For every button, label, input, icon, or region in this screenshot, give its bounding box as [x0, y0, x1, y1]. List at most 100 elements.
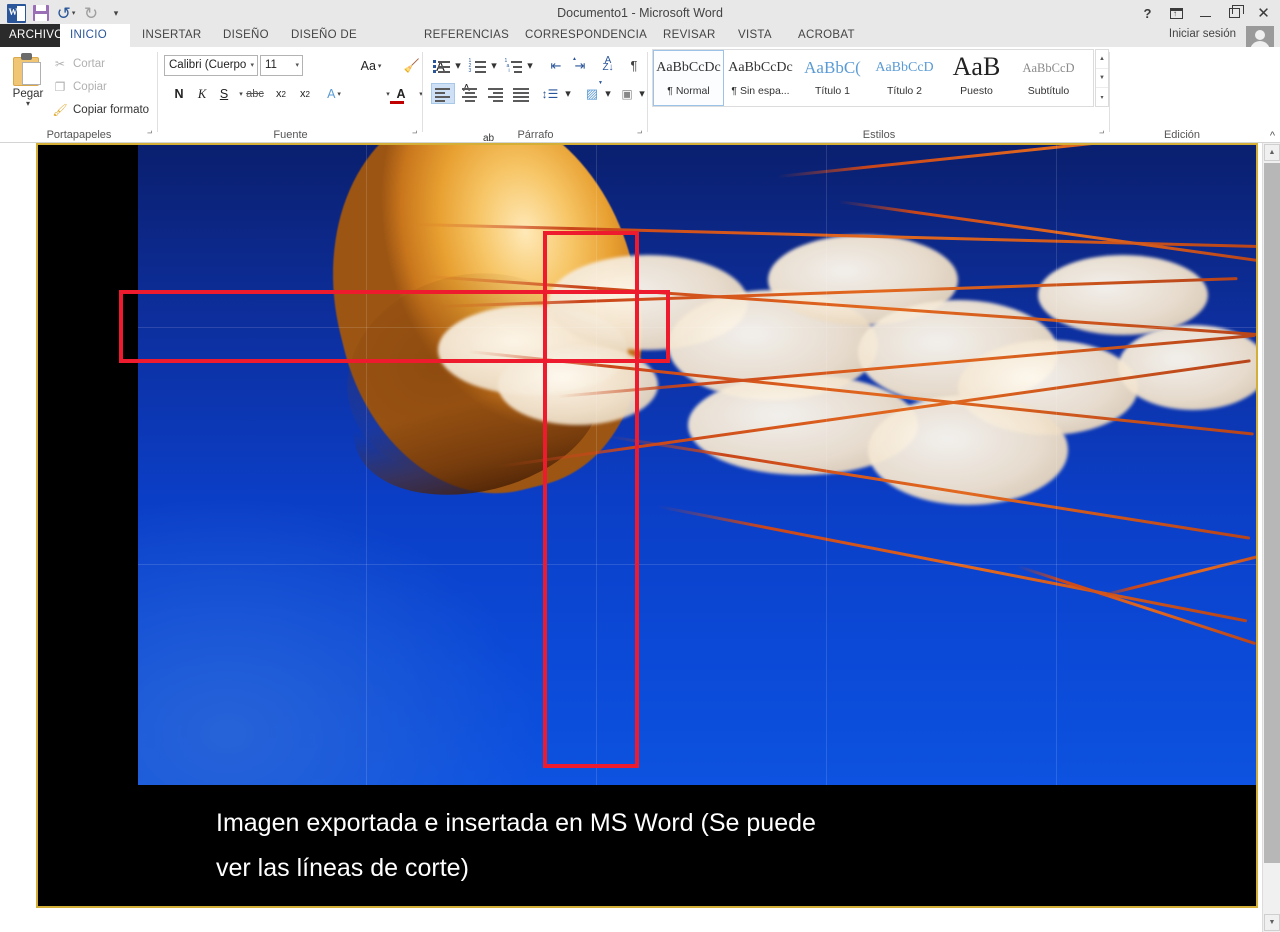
tab-diseno-de-pagina[interactable]: DISEÑO DE PÁGINA [281, 24, 411, 64]
superscript-button[interactable]: x2 [294, 83, 316, 105]
customize-quick-access-icon[interactable]: ▾ [104, 1, 128, 25]
text-effects-caret-icon[interactable]: ▾ [335, 90, 341, 98]
line-spacing-button[interactable]: ↕☰ [539, 83, 561, 104]
clear-formatting-icon[interactable]: 🧹 [401, 55, 423, 77]
sign-in-button[interactable]: Iniciar sesión [1169, 28, 1236, 40]
tab-insertar[interactable]: INSERTAR [132, 24, 214, 47]
paste-button[interactable]: Pegar ▾ [6, 51, 50, 119]
collapse-ribbon-icon[interactable]: ^ [1270, 130, 1275, 142]
group-label-estilos: Estilos [862, 129, 896, 141]
align-center-button[interactable] [457, 83, 481, 104]
save-icon[interactable] [29, 1, 53, 25]
tab-revisar[interactable]: REVISAR [653, 24, 725, 47]
style-preview: AaB [952, 52, 1001, 81]
copy-button[interactable]: ❐ Copiar [52, 77, 107, 97]
document-canvas[interactable]: Imagen exportada e insertada en MS Word … [0, 143, 1280, 932]
redo-glyph: ↻ [83, 3, 99, 23]
clipboard-dialog-launcher-icon[interactable] [144, 129, 155, 140]
restore-icon[interactable] [1220, 0, 1249, 26]
font-size-caret-icon[interactable]: ▾ [295, 56, 299, 75]
ribbon-display-options-icon[interactable] [1162, 0, 1191, 26]
borders-caret-icon[interactable]: ▾ [637, 83, 647, 104]
sort-button[interactable]: A Z↓ [597, 53, 619, 74]
style-name: Título 1 [814, 85, 851, 97]
font-name-caret-icon[interactable]: ▾ [250, 56, 254, 75]
show-formatting-marks-button[interactable]: ¶ [625, 55, 643, 76]
style-preview: AaBbC( [804, 58, 861, 77]
tab-vista[interactable]: VISTA [728, 24, 784, 47]
tab-correspondencia[interactable]: CORRESPONDENCIA [515, 24, 647, 47]
tab-inicio[interactable]: INICIO [60, 24, 130, 47]
style-item-puesto[interactable]: AaB Puesto [941, 50, 1012, 106]
style-name: Puesto [960, 85, 993, 97]
styles-scroll-up-icon[interactable]: ▲ [1096, 50, 1108, 69]
align-left-button[interactable] [431, 83, 455, 104]
undo-caret-icon[interactable]: ▾ [72, 9, 76, 17]
minimize-icon[interactable] [1191, 0, 1220, 26]
increase-indent-button[interactable]: ⇥ [569, 55, 591, 76]
close-icon[interactable]: ✕ [1249, 0, 1278, 26]
shading-button[interactable]: ▨ [581, 83, 603, 104]
inserted-picture[interactable]: Imagen exportada e insertada en MS Word … [36, 143, 1258, 908]
align-right-button[interactable] [483, 83, 507, 104]
line-spacing-caret-icon[interactable]: ▾ [563, 83, 573, 104]
paragraph-dialog-launcher-icon[interactable] [634, 129, 645, 140]
styles-scroll-down-icon[interactable]: ▼ [1096, 69, 1108, 88]
change-case-caret-icon[interactable]: ▾ [376, 62, 382, 70]
font-color-button[interactable]: A [390, 83, 412, 105]
paste-caret-icon[interactable]: ▾ [6, 100, 50, 108]
undo-icon[interactable]: ↺ ▾ [54, 1, 78, 25]
bold-button[interactable]: N [168, 83, 190, 105]
copy-label: Copiar [73, 81, 107, 93]
tab-diseno[interactable]: DISEÑO [213, 24, 283, 47]
style-item-subtitulo[interactable]: AaBbCcD Subtítulo [1013, 50, 1084, 106]
italic-button[interactable]: K [191, 83, 213, 105]
justify-button[interactable] [509, 83, 533, 104]
help-icon[interactable]: ? [1133, 0, 1162, 26]
borders-button[interactable]: ▣ [617, 83, 637, 104]
cut-line-vertical-4 [1056, 145, 1057, 785]
group-label-fuente: Fuente [273, 129, 308, 141]
font-name-input[interactable]: Calibri (Cuerpo ▾ [164, 55, 258, 76]
scrollbar-thumb[interactable] [1264, 163, 1280, 863]
redo-icon[interactable]: ↻ [79, 1, 103, 25]
text-effects-button[interactable]: A ▾ [323, 83, 345, 105]
change-case-label: Aa [360, 59, 376, 73]
caption-text: Imagen exportada e insertada en MS Word … [216, 801, 1116, 891]
align-center-icon [461, 87, 478, 102]
multilevel-list-icon: 1ai [505, 59, 522, 74]
numbering-button[interactable]: 123 [467, 55, 487, 76]
tab-acrobat[interactable]: ACROBAT [788, 24, 868, 47]
format-painter-label: Copiar formato [73, 104, 150, 116]
tab-archivo[interactable]: ARCHIVO [0, 24, 63, 47]
tab-referencias[interactable]: REFERENCIAS [414, 24, 514, 47]
ribbon-group-fuente: Calibri (Cuerpo ▾ 11 ▾ A A Aa ▾ 🧹 N K S … [158, 47, 603, 148]
decrease-indent-button[interactable]: ⇤ [545, 55, 567, 76]
vertical-scrollbar[interactable]: ▲ ▼ [1262, 143, 1280, 932]
cut-button[interactable]: ✂ Cortar [52, 54, 105, 74]
justify-icon [512, 87, 530, 102]
style-item-titulo-2[interactable]: AaBbCcD Título 2 [869, 50, 940, 106]
font-size-input[interactable]: 11 ▾ [260, 55, 303, 76]
format-painter-button[interactable]: 🖌 Copiar formato [52, 100, 149, 120]
font-dialog-launcher-icon[interactable] [409, 129, 420, 140]
subscript-button[interactable]: x2 [270, 83, 292, 105]
strikethrough-button[interactable]: abc [244, 83, 266, 105]
bullets-button[interactable] [431, 55, 451, 76]
numbering-caret-icon[interactable]: ▾ [489, 55, 499, 76]
shading-caret-icon[interactable]: ▾ [603, 83, 613, 104]
multilevel-list-button[interactable]: 1ai [503, 55, 523, 76]
style-item-titulo-1[interactable]: AaBbC( Título 1 [797, 50, 868, 106]
multilevel-caret-icon[interactable]: ▾ [525, 55, 535, 76]
scroll-up-icon[interactable]: ▲ [1264, 144, 1280, 161]
window-title: Documento1 - Microsoft Word [557, 6, 723, 20]
scroll-down-icon[interactable]: ▼ [1264, 914, 1280, 931]
styles-gallery-scroll[interactable]: ▲ ▼ ▾ [1095, 49, 1109, 107]
styles-more-icon[interactable]: ▾ [1096, 88, 1108, 106]
word-logo-icon[interactable]: W [4, 1, 28, 25]
style-item-normal[interactable]: AaBbCcDc ¶ Normal [653, 50, 724, 106]
change-case-button[interactable]: Aa ▾ [360, 55, 382, 77]
style-item-sin-espaciado[interactable]: AaBbCcDc ¶ Sin espa... [725, 50, 796, 106]
style-preview: AaBbCcD [1022, 61, 1075, 75]
bullets-caret-icon[interactable]: ▾ [453, 55, 463, 76]
